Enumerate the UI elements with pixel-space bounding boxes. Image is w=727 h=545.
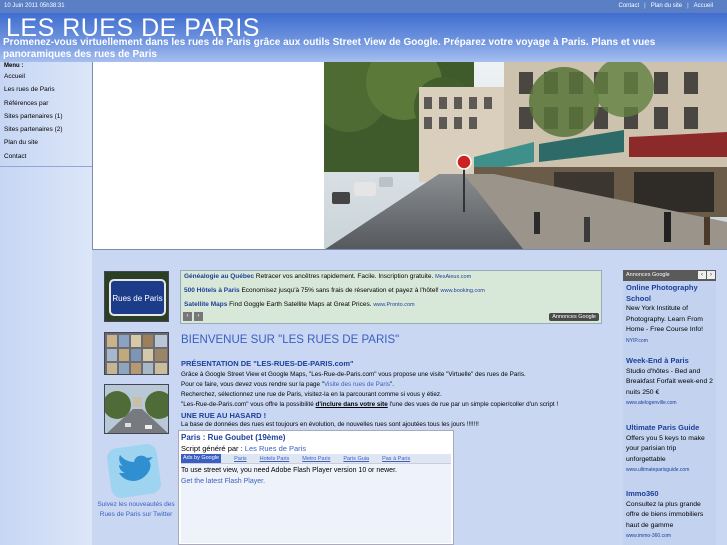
ad-row[interactable]: Satellite Maps Find Goggle Earth Satelli… [184, 301, 415, 308]
ad-link[interactable]: Hotels Paris [260, 456, 290, 462]
menu-divider [0, 166, 92, 167]
ad-url[interactable]: www.booking.com [441, 288, 485, 294]
ad-text: New York Institute of Photography. Learn… [626, 305, 704, 333]
text-line: Pour ce faire, vous devez vous rendre su… [181, 380, 611, 390]
ads-by-google-bar: Ads by Google Paris Hotels Paris Metro P… [181, 454, 451, 463]
flash-player-notice: To use street view, you need Adobe Flash… [181, 463, 451, 543]
ad-title[interactable]: Satellite Maps [184, 301, 227, 308]
menu-title: Menu : [4, 63, 24, 69]
ad-text: Economisez jusqu'à 75% sans frais de rés… [241, 287, 439, 294]
prev-arrow-icon[interactable]: ‹ [183, 312, 192, 321]
right-ad[interactable]: Online Photography School New York Insti… [626, 283, 714, 346]
ad-title[interactable]: 500 Hôtels à Paris [184, 287, 240, 294]
twitter-bird-icon[interactable] [107, 443, 161, 499]
date-time: 10 Juin 2011 05h38:31 [4, 3, 65, 9]
right-ads-label[interactable]: Annonces Google [626, 272, 670, 278]
ads-by-google-label[interactable]: Ads by Google [181, 454, 222, 463]
sign-text: Rues de Paris [112, 294, 162, 303]
ad-text: Retracer vos ancêtres rapidement. Facile… [255, 273, 434, 280]
ad-url[interactable]: www.atelogenville.com [626, 398, 714, 409]
menu-item-references[interactable]: Références par [0, 98, 92, 111]
blank-panel [92, 62, 324, 250]
ad-title[interactable]: Généalogie au Québec [184, 273, 254, 280]
ad-url[interactable]: NYIP.com [626, 336, 714, 347]
embed-link[interactable]: d'inclure dans votre site [316, 401, 388, 408]
right-ads-nav: ‹ › [698, 271, 715, 279]
menu-item-partners-2[interactable]: Sites partenaires (2) [0, 124, 92, 137]
top-links: Contact | Plan du site | Accueil [618, 3, 713, 9]
ad-text: Studio d'hôtes - Bed and Breakfast Forfa… [626, 367, 713, 396]
top-bar: 10 Juin 2011 05h38:31 Contact | Plan du … [0, 0, 727, 13]
right-ads-header: Annonces Google ‹ › [623, 270, 716, 281]
ad-url[interactable]: www.ultimateparisguide.com [626, 465, 714, 476]
main-content: Rues de Paris Suivez les nouveautés des … [92, 250, 727, 545]
postcards-photo[interactable] [104, 332, 169, 375]
ad-url[interactable]: www.immo-360.com [626, 531, 714, 542]
random-street-heading: UNE RUE AU HASARD ! [181, 411, 267, 420]
text-fragment: l'une des vues de rue par un simple copi… [387, 401, 559, 408]
presentation-text: Grâce à Google Street View et Google Map… [181, 370, 611, 430]
menu-item-contact[interactable]: Contact [0, 151, 92, 164]
site-header: LES RUES DE PARIS Promenez-vous virtuell… [0, 13, 727, 62]
visit-streets-link[interactable]: Visite des rues de Paris [324, 381, 390, 388]
ad-text: Find Goggle Earth Satellite Maps at Grea… [229, 301, 372, 308]
main-menu: Accueil Les rues de Paris Références par… [0, 71, 92, 164]
flash-download-link[interactable]: Get the latest Flash Player. [181, 478, 265, 485]
left-sidebar: Menu : Accueil Les rues de Paris Référen… [0, 62, 92, 545]
ad-title[interactable]: Immo360 [626, 489, 714, 500]
separator: | [644, 3, 646, 9]
script-credit-link[interactable]: Les Rues de Paris [245, 444, 306, 453]
ads-google-badge[interactable]: Annonces Google [549, 313, 599, 321]
ad-title[interactable]: Week-End à Paris [626, 356, 714, 367]
ad-title[interactable]: Online Photography School [626, 283, 714, 304]
menu-item-streets[interactable]: Les rues de Paris [0, 84, 92, 97]
right-ad[interactable]: Ultimate Paris Guide Offers you 5 keys t… [626, 423, 714, 476]
text-fragment: ". [390, 381, 394, 388]
right-ad[interactable]: Immo360 Consultez la plus grande offre d… [626, 489, 714, 542]
home-link[interactable]: Accueil [694, 3, 713, 9]
ad-url[interactable]: www.Pronto.com [373, 302, 414, 308]
google-ads-banner: Généalogie au Québec Retracer vos ancêtr… [180, 270, 602, 324]
ad-nav: ‹ › [183, 312, 203, 321]
menu-item-sitemap[interactable]: Plan du site [0, 137, 92, 150]
random-street-widget: Paris : Rue Goubet (19ème) Script généré… [178, 430, 454, 545]
presentation-heading: PRÉSENTATION DE "LES-RUES-DE-PARIS.com" [181, 359, 354, 368]
text-line: La base de données des rues est toujours… [181, 421, 479, 428]
flash-text: To use street view, you need Adobe Flash… [181, 467, 397, 474]
prev-arrow-icon[interactable]: ‹ [698, 271, 706, 279]
welcome-heading: BIENVENUE SUR "LES RUES DE PARIS" [181, 334, 400, 346]
ad-url[interactable]: MesAieux.com [435, 274, 471, 280]
ad-row[interactable]: Généalogie au Québec Retracer vos ancêtr… [184, 273, 471, 280]
rues-de-paris-sign[interactable]: Rues de Paris [104, 271, 169, 322]
text-line: Grâce à Google Street View et Google Map… [181, 371, 526, 378]
right-ads-column: Annonces Google ‹ › Online Photography S… [623, 270, 716, 545]
ad-link[interactable]: Paris [234, 456, 247, 462]
menu-item-home[interactable]: Accueil [0, 71, 92, 84]
next-arrow-icon[interactable]: › [707, 271, 715, 279]
champs-elysees-photo[interactable] [104, 384, 169, 434]
script-credit: Script généré par : Les Rues de Paris [181, 444, 306, 453]
street-title: Paris : Rue Goubet (19ème) [181, 433, 286, 442]
text-fragment: Pour ce faire, vous devez vous rendre su… [181, 381, 324, 388]
ad-text: Offers you 5 keys to make your parisian … [626, 434, 705, 463]
ad-link[interactable]: Metro Paris [302, 456, 330, 462]
separator: | [687, 3, 689, 9]
next-arrow-icon[interactable]: › [194, 312, 203, 321]
ad-text: Consultez la plus grande offre de biens … [626, 500, 704, 529]
site-subtitle: Promenez-vous virtuellement dans les rue… [3, 37, 656, 60]
menu-item-partners-1[interactable]: Sites partenaires (1) [0, 111, 92, 124]
right-ad[interactable]: Week-End à Paris Studio d'hôtes - Bed an… [626, 356, 714, 409]
street-photo [324, 62, 727, 250]
contact-link[interactable]: Contact [618, 3, 639, 9]
script-label: Script généré par : [181, 444, 245, 453]
ad-title[interactable]: Ultimate Paris Guide [626, 423, 714, 434]
text-fragment: "Les-Rue-de-Paris.com" vous offre la pos… [181, 401, 316, 408]
twitter-follow-link[interactable]: Suivez les nouveautés des Rues de Paris … [94, 500, 178, 520]
text-line: Recherchez, sélectionnez une rue de Pari… [181, 391, 442, 398]
text-line: "Les-Rue-de-Paris.com" vous offre la pos… [181, 400, 611, 410]
ad-link[interactable]: Paris Guia [343, 456, 369, 462]
ad-row[interactable]: 500 Hôtels à Paris Economisez jusqu'à 75… [184, 287, 485, 294]
sitemap-link[interactable]: Plan du site [651, 3, 682, 9]
ad-link[interactable]: Pas à Paris [382, 456, 410, 462]
